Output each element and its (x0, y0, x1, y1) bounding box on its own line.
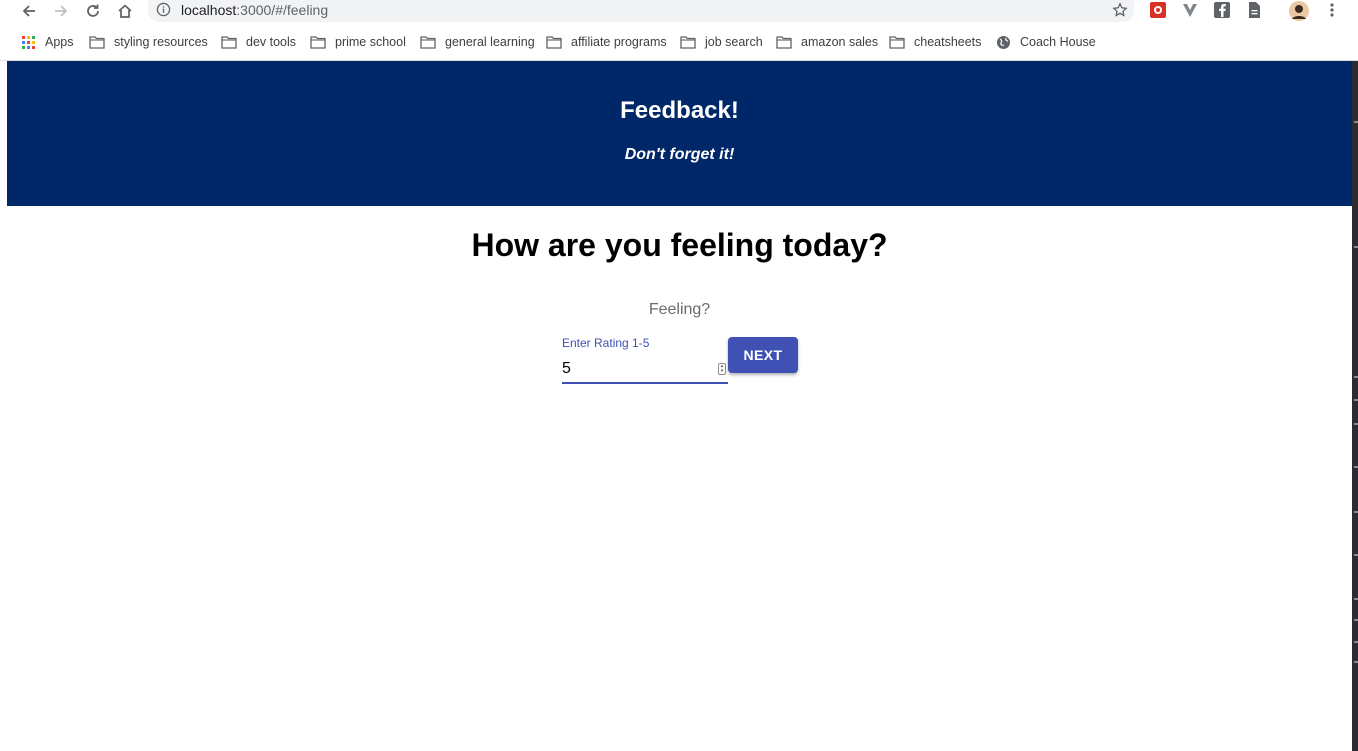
document-extension-icon[interactable] (1245, 1, 1263, 19)
bookmark-label: affiliate programs (571, 35, 667, 49)
folder-icon (420, 36, 436, 49)
browser-menu-icon[interactable] (1323, 1, 1341, 19)
url-host: localhost (181, 2, 237, 18)
folder-icon (776, 36, 792, 49)
forward-button[interactable] (50, 0, 72, 22)
home-button[interactable] (114, 0, 136, 22)
extension-red-icon[interactable] (1149, 1, 1167, 19)
bookmark-label: styling resources (114, 35, 208, 49)
folder-icon (89, 36, 105, 49)
page-content: Feedback! Don't forget it! How are you f… (7, 61, 1352, 751)
bookmark-dev-tools[interactable]: dev tools (221, 33, 296, 51)
header-banner: Feedback! Don't forget it! (7, 61, 1352, 206)
globe-icon (997, 35, 1010, 49)
page-question: How are you feeling today? (471, 227, 888, 263)
next-button[interactable]: NEXT (728, 337, 798, 373)
folder-icon (221, 36, 237, 49)
bookmark-affiliate-programs[interactable]: affiliate programs (546, 33, 667, 51)
facebook-extension-icon[interactable] (1213, 1, 1231, 19)
bookmarks-bar: Apps styling resources dev tools prime s… (0, 30, 1358, 54)
bookmark-star-icon[interactable] (1112, 2, 1128, 23)
section-label: Feeling? (648, 301, 711, 318)
bookmark-label: general learning (445, 35, 535, 49)
site-info-icon[interactable] (156, 2, 171, 22)
address-bar[interactable]: localhost:3000/#/feeling (148, 0, 1134, 22)
header-title: Feedback! (620, 97, 739, 124)
bookmark-label: dev tools (246, 35, 297, 49)
extension-v-icon[interactable] (1181, 1, 1199, 19)
bookmark-general-learning[interactable]: general learning (420, 33, 535, 51)
background-window-edge (1352, 61, 1358, 751)
header-subtitle: Don't forget it! (624, 146, 735, 163)
bookmark-label: Coach House (1020, 35, 1096, 49)
home-icon (118, 4, 132, 18)
bookmark-styling-resources[interactable]: styling resources (89, 33, 208, 51)
profile-avatar[interactable] (1289, 1, 1309, 21)
back-arrow-icon (22, 5, 35, 17)
bookmark-label: amazon sales (801, 35, 879, 49)
folder-icon (889, 36, 905, 49)
reload-icon (87, 4, 99, 17)
folder-icon (310, 36, 326, 49)
url-path: :3000/#/feeling (236, 2, 329, 18)
browser-toolbar: localhost:3000/#/feeling Apps styling re… (0, 0, 1358, 61)
bookmark-cheatsheets[interactable]: cheatsheets (889, 33, 981, 51)
bookmark-apps[interactable]: Apps (21, 33, 74, 51)
bookmark-prime-school[interactable]: prime school (310, 33, 406, 51)
bookmark-amazon-sales[interactable]: amazon sales (776, 33, 878, 51)
number-spinner[interactable]: ▴ ▾ (718, 363, 726, 375)
bookmark-label: cheatsheets (914, 35, 982, 49)
bookmark-job-search[interactable]: job search (680, 33, 763, 51)
rating-field-label: Enter Rating 1-5 (562, 336, 650, 350)
rating-input[interactable] (562, 356, 728, 384)
bookmark-label: prime school (335, 35, 406, 49)
reload-button[interactable] (82, 0, 104, 22)
back-button[interactable] (18, 0, 40, 22)
bookmark-label: job search (705, 35, 763, 49)
url-text: localhost:3000/#/feeling (181, 2, 328, 18)
folder-icon (546, 36, 562, 49)
rating-field: Enter Rating 1-5 ▴▾ (562, 336, 728, 384)
bookmark-coach-house[interactable]: Coach House (996, 33, 1096, 51)
folder-icon (680, 36, 696, 49)
bookmark-label: Apps (45, 35, 74, 49)
forward-arrow-icon (55, 5, 68, 17)
apps-grid-icon (22, 35, 35, 49)
